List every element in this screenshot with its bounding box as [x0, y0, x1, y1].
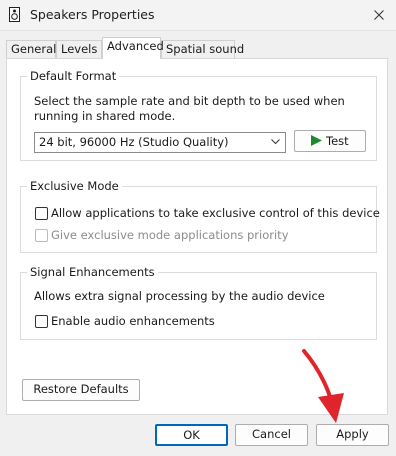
ok-button[interactable]: OK — [155, 424, 228, 446]
restore-defaults-button[interactable]: Restore Defaults — [22, 379, 140, 401]
exclusive-priority-checkbox[interactable] — [35, 229, 48, 242]
window-title: Speakers Properties — [30, 7, 155, 22]
tab-spatial-sound[interactable]: Spatial sound — [161, 40, 244, 58]
default-format-group: Default Format Select the sample rate an… — [20, 69, 377, 161]
play-icon — [311, 135, 323, 146]
format-select-value: 24 bit, 96000 Hz (Studio Quality) — [39, 135, 229, 149]
tab-advanced[interactable]: Advanced — [102, 37, 164, 59]
allow-exclusive-label: Allow applications to take exclusive con… — [51, 206, 380, 220]
title-bar: Speakers Properties — [0, 0, 396, 31]
exclusive-mode-group: Exclusive Mode Allow applications to tak… — [20, 179, 380, 253]
cancel-button[interactable]: Cancel — [235, 424, 308, 446]
close-button[interactable] — [362, 0, 396, 30]
chevron-down-icon — [271, 139, 280, 145]
format-select[interactable]: 24 bit, 96000 Hz (Studio Quality) — [34, 132, 286, 153]
close-icon — [374, 10, 384, 20]
default-format-description: Select the sample rate and bit depth to … — [34, 94, 345, 123]
exclusive-mode-heading: Exclusive Mode — [27, 179, 122, 193]
signal-enhancements-group: Signal Enhancements Allows extra signal … — [20, 265, 377, 340]
exclusive-priority-label: Give exclusive mode applications priorit… — [51, 228, 289, 242]
speaker-icon — [9, 7, 20, 22]
apply-button[interactable]: Apply — [316, 424, 389, 446]
tab-levels[interactable]: Levels — [56, 40, 102, 58]
tab-general[interactable]: General — [6, 40, 56, 58]
allow-exclusive-checkbox[interactable] — [35, 207, 48, 220]
test-button-label: Test — [326, 134, 349, 148]
signal-enhancements-heading: Signal Enhancements — [27, 265, 158, 279]
annotation-arrow-icon — [302, 349, 344, 423]
test-button[interactable]: Test — [294, 130, 366, 152]
signal-enhancements-description: Allows extra signal processing by the au… — [34, 289, 325, 303]
enable-enhancements-label: Enable audio enhancements — [51, 314, 215, 328]
default-format-heading: Default Format — [27, 69, 120, 83]
enable-enhancements-checkbox[interactable] — [35, 315, 48, 328]
